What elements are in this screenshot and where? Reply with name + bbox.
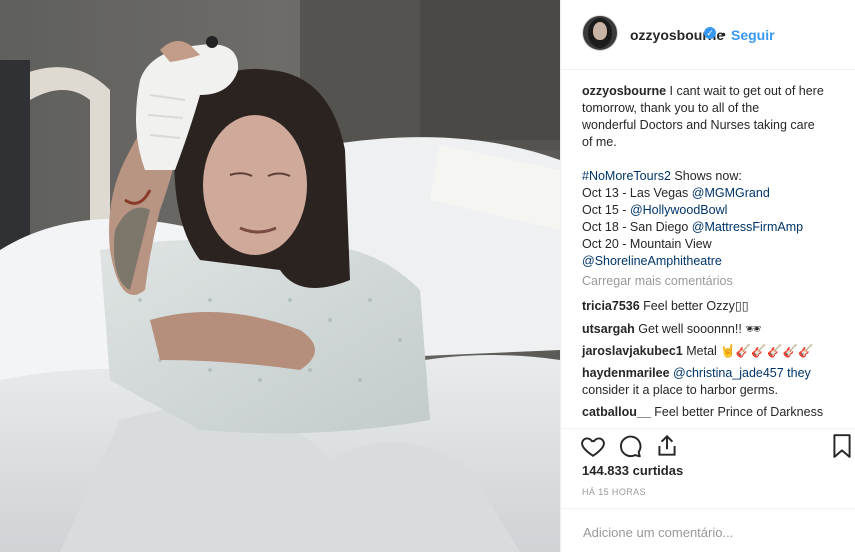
comment-item: catballou__ Feel better Prince of Darkne…: [582, 404, 844, 421]
shows-label: Shows now:: [674, 169, 742, 183]
caption-text-4: of me.: [582, 135, 617, 149]
post-actions-bar: [561, 428, 855, 462]
comment-username[interactable]: utsargah: [582, 322, 635, 336]
add-comment-bar: [561, 508, 855, 552]
show-text-1: Oct 13 - Las Vegas: [582, 186, 692, 200]
load-more-comments[interactable]: Carregar mais comentários: [582, 274, 733, 288]
comment-text: Get well sooonnn!! 🕶: [638, 322, 762, 336]
post-side-panel: ozzyosbourne ✓ • Seguir ozzyosbourne I c…: [560, 0, 855, 552]
show-text-3: Oct 18 - San Diego: [582, 220, 692, 234]
bookmark-icon[interactable]: [829, 433, 855, 459]
heart-icon[interactable]: [580, 433, 606, 459]
post-photo[interactable]: [0, 0, 560, 552]
comment-item: haydenmarilee @christina_jade457 they con…: [582, 365, 844, 399]
caption-text-1: I cant wait to get out of here: [669, 84, 824, 98]
post-timestamp[interactable]: HÁ 15 HORAS: [582, 487, 646, 497]
show-text-2: Oct 15 -: [582, 203, 630, 217]
show-link-4[interactable]: @ShorelineAmphitheatre: [582, 253, 844, 270]
likes-count[interactable]: 144.833 curtidas: [582, 463, 683, 478]
hospital-photo-illustration: [0, 0, 560, 552]
comment-text-continued: consider it a place to harbor germs.: [582, 383, 778, 397]
add-comment-input[interactable]: [581, 520, 835, 544]
comment-username[interactable]: haydenmarilee: [582, 366, 670, 380]
caption-text-3: wonderful Doctors and Nurses taking care: [582, 118, 815, 132]
comment-username[interactable]: jaroslavjakubec1: [582, 344, 683, 358]
verified-badge-icon: ✓: [704, 27, 716, 39]
comment-icon[interactable]: [617, 433, 643, 459]
post-header: ozzyosbourne ✓ • Seguir: [561, 0, 855, 70]
comment-username[interactable]: tricia7536: [582, 299, 640, 313]
caption-username[interactable]: ozzyosbourne: [582, 84, 666, 98]
comment-item: tricia7536 Feel better Ozzy▯▯: [582, 298, 844, 315]
show-line-4: Oct 20 - Mountain View: [582, 237, 712, 251]
separator-dot: •: [721, 26, 726, 42]
comment-item: utsargah Get well sooonnn!! 🕶: [582, 321, 844, 338]
hashtag-link[interactable]: #NoMoreTours2: [582, 169, 671, 183]
show-line-2: Oct 15 - @HollywoodBowl: [582, 202, 844, 219]
comment-username[interactable]: catballou__: [582, 405, 651, 419]
follow-button[interactable]: Seguir: [731, 27, 775, 43]
show-line-1: Oct 13 - Las Vegas @MGMGrand: [582, 185, 844, 202]
caption-hashtag-line: #NoMoreTours2 Shows now:: [582, 168, 844, 185]
comment-text: Metal 🤘🎸🎸🎸🎸🎸: [686, 344, 814, 358]
show-line-3: Oct 18 - San Diego @MattressFirmAmp: [582, 219, 844, 236]
caption-line-1: ozzyosbourne I cant wait to get out of h…: [582, 83, 844, 100]
show-link-2[interactable]: @HollywoodBowl: [630, 203, 727, 217]
comment-text: Feel better Prince of Darkness: [654, 405, 824, 419]
caption-text-2: tomorrow, thank you to all of the: [582, 101, 760, 115]
show-link-1[interactable]: @MGMGrand: [692, 186, 770, 200]
show-link-3[interactable]: @MattressFirmAmp: [692, 220, 803, 234]
comment-item: jaroslavjakubec1 Metal 🤘🎸🎸🎸🎸🎸: [582, 343, 844, 360]
instagram-post: ozzyosbourne ✓ • Seguir ozzyosbourne I c…: [0, 0, 855, 552]
comment-mention[interactable]: @christina_jade457 they: [673, 366, 811, 380]
share-icon[interactable]: [654, 433, 680, 459]
comment-text: Feel better Ozzy▯▯: [643, 299, 749, 313]
avatar[interactable]: [582, 15, 618, 51]
post-caption: ozzyosbourne I cant wait to get out of h…: [582, 83, 844, 270]
